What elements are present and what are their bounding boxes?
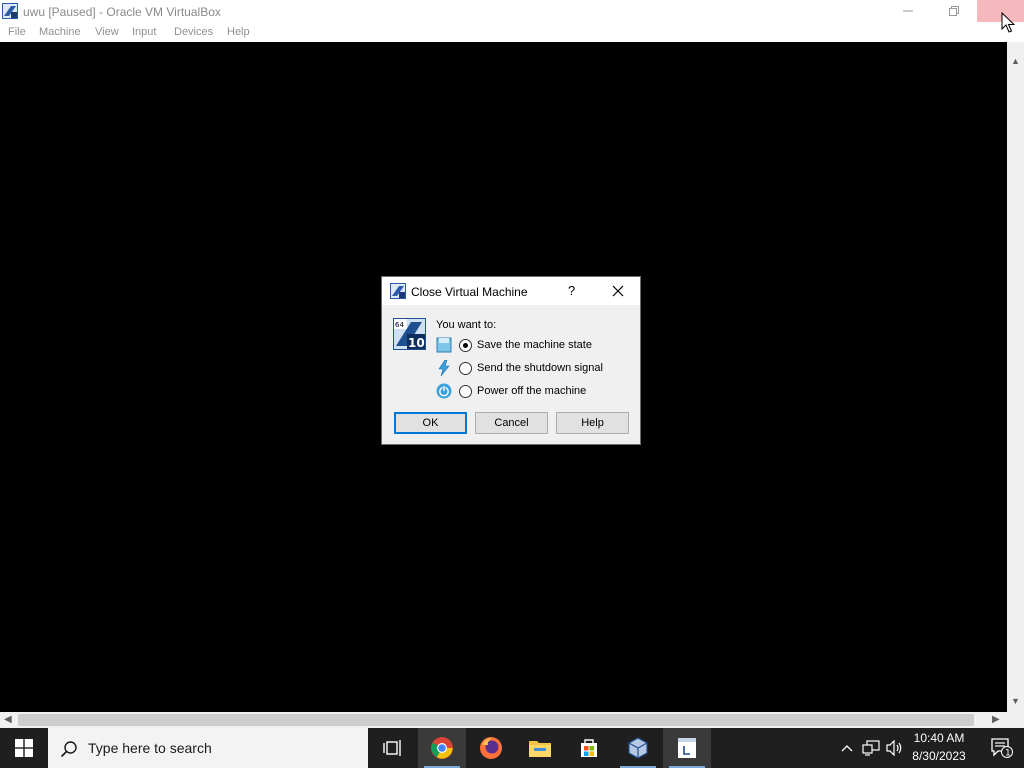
show-hidden-icons-button[interactable] — [838, 728, 856, 768]
window-title: uwu [Paused] - Oracle VM VirtualBox — [23, 5, 221, 19]
microsoft-store-taskbar-button[interactable] — [565, 728, 613, 768]
shutdown-signal-icon — [438, 360, 450, 376]
menu-bar: File Machine View Input Devices Help — [0, 24, 1024, 42]
minimize-icon — [903, 10, 913, 12]
help-button[interactable]: Help — [556, 412, 629, 434]
os-badge-10: 10 — [408, 336, 425, 350]
network-icon — [862, 740, 880, 756]
firefox-taskbar-button[interactable] — [467, 728, 515, 768]
notification-icon: 1 — [991, 738, 1013, 759]
os-badge-64: 64 — [395, 321, 404, 329]
virtualbox-cube-icon — [628, 737, 648, 759]
speaker-icon — [886, 740, 902, 756]
file-explorer-taskbar-button[interactable] — [516, 728, 564, 768]
volume-button[interactable] — [884, 728, 906, 768]
title-bar: uwu [Paused] - Oracle VM VirtualBox — [0, 0, 1024, 24]
task-view-icon — [383, 740, 401, 756]
close-icon[interactable] — [610, 283, 626, 299]
virtualbox-icon — [390, 283, 406, 299]
start-button[interactable] — [0, 728, 48, 768]
ok-button[interactable]: OK — [394, 412, 467, 434]
task-view-button[interactable] — [368, 728, 416, 768]
scroll-left-icon[interactable]: ◀ — [4, 714, 12, 725]
shutdown-signal-label[interactable]: Send the shutdown signal — [477, 362, 603, 374]
taskbar: Type here to search 10:40 AM 8/30/2023 1 — [0, 728, 1024, 768]
cancel-button[interactable]: Cancel — [475, 412, 548, 434]
scroll-right-icon[interactable]: ▶ — [992, 714, 1000, 725]
dialog-help-button[interactable]: ? — [568, 283, 575, 298]
virtualbox-vm-taskbar-button[interactable] — [663, 728, 711, 768]
menu-input[interactable]: Input — [132, 26, 156, 38]
menu-view[interactable]: View — [95, 26, 119, 38]
scroll-up-icon[interactable]: ▲ — [1011, 56, 1020, 66]
menu-file[interactable]: File — [8, 26, 26, 38]
power-off-label[interactable]: Power off the machine — [477, 385, 586, 397]
shutdown-signal-radio[interactable] — [459, 362, 472, 375]
vm-window-icon — [678, 738, 696, 758]
notification-count: 1 — [1005, 749, 1011, 759]
menu-help[interactable]: Help — [227, 26, 250, 38]
menu-devices[interactable]: Devices — [174, 26, 213, 38]
clock-time[interactable]: 10:40 AM — [905, 731, 973, 745]
menu-machine[interactable]: Machine — [39, 26, 81, 38]
clock-date[interactable]: 8/30/2023 — [905, 749, 973, 763]
screen: uwu [Paused] - Oracle VM VirtualBox File… — [0, 0, 1024, 768]
network-button[interactable] — [860, 728, 882, 768]
horizontal-scrollbar[interactable]: ◀ ▶ — [0, 712, 1024, 728]
dialog-title-bar: Close Virtual Machine ? — [382, 277, 640, 305]
windows-logo-icon — [15, 739, 33, 757]
scroll-down-icon[interactable]: ▼ — [1011, 696, 1020, 706]
chevron-up-icon — [841, 745, 853, 752]
horizontal-scroll-thumb[interactable] — [18, 714, 974, 726]
power-off-radio[interactable] — [459, 385, 472, 398]
virtualbox-taskbar-button[interactable] — [614, 728, 662, 768]
save-state-icon — [436, 337, 452, 353]
mouse-cursor-icon — [1001, 12, 1015, 33]
action-center-button[interactable]: 1 — [980, 728, 1024, 768]
power-off-icon — [436, 383, 452, 399]
vertical-scrollbar[interactable]: ▲ ▼ — [1007, 42, 1024, 712]
taskbar-search-box[interactable]: Type here to search — [48, 728, 368, 768]
chrome-taskbar-button[interactable] — [418, 728, 466, 768]
save-state-label[interactable]: Save the machine state — [477, 339, 592, 351]
chrome-icon — [431, 737, 453, 759]
dialog-prompt: You want to: — [436, 319, 497, 331]
virtualbox-vm-icon — [2, 3, 18, 19]
close-vm-dialog: Close Virtual Machine ? 64 10 You want t… — [381, 276, 641, 445]
save-state-radio[interactable] — [459, 339, 472, 352]
search-icon — [60, 741, 77, 758]
windows-10-64-os-icon: 64 10 — [393, 318, 426, 350]
dialog-title: Close Virtual Machine — [411, 285, 528, 299]
folder-icon — [529, 741, 551, 757]
firefox-icon — [480, 737, 502, 759]
restore-icon — [949, 6, 959, 16]
minimize-button[interactable] — [885, 0, 931, 22]
search-placeholder: Type here to search — [88, 740, 212, 756]
store-icon — [581, 739, 597, 757]
restore-button[interactable] — [931, 0, 977, 22]
